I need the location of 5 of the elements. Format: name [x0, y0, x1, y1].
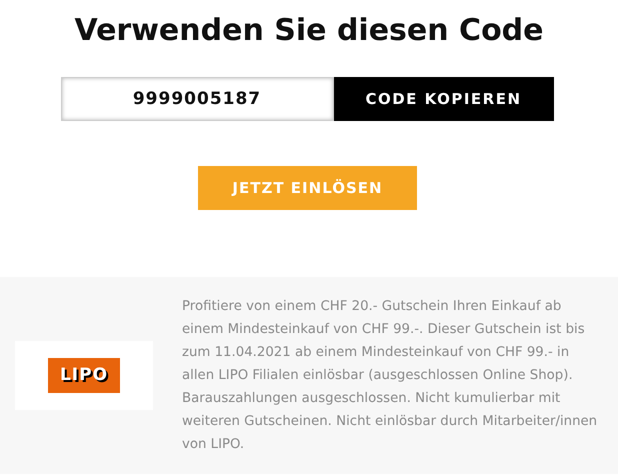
page-heading: Verwenden Sie diesen Code	[74, 12, 544, 50]
brand-logo: LIPO	[48, 358, 120, 393]
offer-description: Profitiere von einem CHF 20.- Gutschein Ihren Einkauf ab einem Mindesteinkauf von CHF 99.-. Dieser Gutschein ist bis zum 11.04.2021 ab einem Mindesteinkauf von CHF 99.- in allen LIPO Filialen einlösbar (ausgeschlossen Online Shop). Barauszahlungen ausgeschlossen. Nicht kumulierbar mit weiteren Gutscheinen. Nicht einlösbar durch Mitarbeiter/innen von LIPO.	[182, 298, 598, 454]
code-field[interactable]: 9999005187	[60, 77, 334, 121]
copy-code-button[interactable]: CODE KOPIEREN	[334, 77, 554, 121]
